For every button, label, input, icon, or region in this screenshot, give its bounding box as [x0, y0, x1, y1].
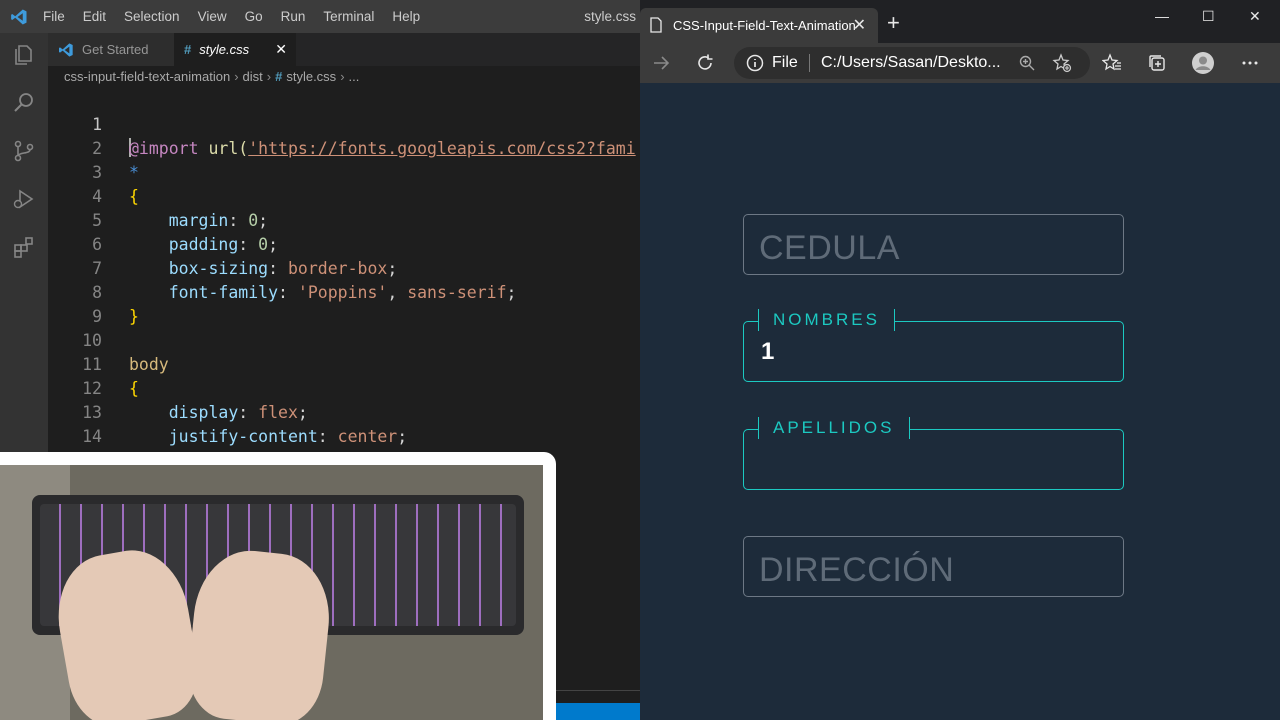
menu-help[interactable]: Help	[392, 9, 420, 24]
browser-tab[interactable]: CSS-Input-Field-Text-Animation ✕	[640, 8, 878, 43]
page-content: CEDULA NOMBRES 1 APELLIDOS DIRECCIÓN	[640, 83, 1280, 720]
css-hash-icon: #	[275, 69, 283, 84]
code-line: 9	[48, 281, 640, 326]
code-line: 15 min-height: 100vh;	[48, 425, 640, 458]
code-line: 8 }	[48, 257, 640, 326]
close-tab-icon[interactable]: ✕	[853, 15, 866, 35]
chevron-right-icon: ›	[234, 69, 239, 84]
code-line: 13 justify-content: center;	[48, 377, 640, 446]
search-icon[interactable]	[10, 89, 38, 117]
breadcrumb-folder[interactable]: dist	[243, 69, 263, 84]
menu-selection[interactable]: Selection	[124, 9, 180, 24]
new-tab-button[interactable]: +	[887, 12, 900, 34]
code-line: 7 font-family: 'Poppins', sans-serif;	[48, 233, 640, 302]
editor-tab-bar: Get Started # style.css ✕	[48, 33, 640, 66]
tab-style-css[interactable]: # style.css ✕	[174, 33, 296, 66]
code-line: 10 body	[48, 305, 640, 374]
menu-terminal[interactable]: Terminal	[323, 9, 374, 24]
menu-run[interactable]: Run	[281, 9, 306, 24]
code-line: 4 margin: 0;	[48, 161, 640, 230]
extensions-icon[interactable]	[10, 233, 38, 261]
address-scheme: File	[772, 54, 798, 71]
code-line: 2 *	[48, 113, 640, 182]
menu-bar: File Edit Selection View Go Run Terminal…	[43, 0, 438, 33]
code-line: 5 padding: 0;	[48, 185, 640, 254]
divider	[809, 54, 810, 72]
tab-label: Get Started	[82, 42, 149, 57]
breadcrumb: css-input-field-text-animation › dist › # sty…	[48, 66, 640, 88]
source-control-icon[interactable]	[10, 137, 38, 165]
minimize-icon[interactable]: —	[1155, 8, 1169, 24]
tab-get-started[interactable]: Get Started	[48, 33, 174, 66]
vscode-window: File Edit Selection View Go Run Terminal…	[0, 0, 640, 720]
code-line: 1 @import url('https://fonts.googleapis.…	[48, 89, 640, 158]
code-line: 3 {	[48, 137, 640, 206]
refresh-icon[interactable]	[694, 52, 716, 74]
address-bar[interactable]: File C:/Users/Sasan/Deskto...	[734, 47, 1090, 79]
profile-avatar-icon[interactable]	[1192, 52, 1214, 74]
breadcrumb-more[interactable]: ...	[349, 69, 360, 84]
code-editor[interactable]: 1 @import url('https://fonts.googleapis.…	[48, 88, 640, 458]
webcam-overlay	[0, 452, 556, 720]
tab-label: style.css	[199, 42, 250, 57]
back-arrow-icon[interactable]	[650, 52, 672, 74]
close-window-icon[interactable]: ✕	[1249, 8, 1261, 25]
maximize-icon[interactable]: ☐	[1202, 8, 1215, 25]
breadcrumb-file[interactable]: style.css	[286, 69, 336, 84]
chevron-right-icon: ›	[340, 69, 345, 84]
code-line: 14 align-items: center;	[48, 401, 640, 458]
browser-tab-strip: CSS-Input-Field-Text-Animation ✕ + — ☐ ✕	[640, 0, 1280, 43]
apellidos-label: APELLIDOS	[758, 417, 910, 439]
code-line: 11 {	[48, 329, 640, 398]
vscode-titlebar: File Edit Selection View Go Run Terminal…	[0, 0, 640, 33]
vscode-logo-icon	[59, 42, 73, 57]
breadcrumb-folder[interactable]: css-input-field-text-animation	[64, 69, 230, 84]
window-title: style.css	[584, 9, 636, 24]
apellidos-input[interactable]: APELLIDOS	[743, 417, 1124, 490]
zoom-icon[interactable]	[1018, 54, 1036, 72]
direccion-placeholder: DIRECCIÓN	[759, 551, 955, 589]
more-options-icon[interactable]	[1239, 52, 1261, 74]
browser-window: CSS-Input-Field-Text-Animation ✕ + — ☐ ✕…	[640, 0, 1280, 720]
favorites-icon[interactable]	[1101, 52, 1123, 74]
menu-view[interactable]: View	[198, 9, 227, 24]
chevron-right-icon: ›	[266, 69, 272, 84]
info-icon[interactable]	[746, 54, 764, 72]
menu-file[interactable]: File	[43, 9, 65, 24]
divider	[555, 690, 640, 691]
css-hash-icon: #	[184, 42, 192, 57]
code-line: 6 box-sizing: border-box;	[48, 209, 640, 278]
explorer-icon[interactable]	[10, 41, 38, 69]
vscode-logo-icon[interactable]	[10, 8, 28, 26]
close-icon[interactable]: ✕	[275, 41, 287, 58]
direccion-input[interactable]: DIRECCIÓN	[743, 536, 1124, 597]
menu-go[interactable]: Go	[245, 9, 263, 24]
browser-toolbar: File C:/Users/Sasan/Deskto...	[640, 43, 1280, 83]
status-bar	[555, 703, 640, 720]
page-icon	[650, 17, 662, 33]
cedula-placeholder: CEDULA	[759, 229, 900, 267]
code-line: 12 display: flex;	[48, 353, 640, 422]
browser-tab-title: CSS-Input-Field-Text-Animation	[673, 18, 856, 33]
run-debug-icon[interactable]	[10, 185, 38, 213]
menu-edit[interactable]: Edit	[83, 9, 106, 24]
cedula-input[interactable]: CEDULA	[743, 214, 1124, 275]
nombres-value: 1	[761, 338, 775, 365]
add-favorite-icon[interactable]	[1052, 53, 1072, 73]
address-url[interactable]: C:/Users/Sasan/Deskto...	[821, 54, 1001, 72]
collections-icon[interactable]	[1146, 52, 1168, 74]
nombres-input[interactable]: NOMBRES 1	[743, 309, 1124, 382]
nombres-label: NOMBRES	[758, 309, 895, 331]
